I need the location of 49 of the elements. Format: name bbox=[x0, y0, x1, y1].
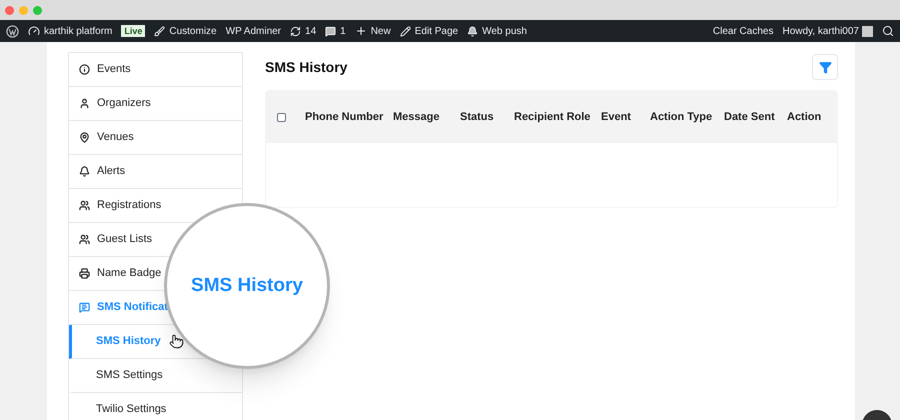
filter-icon bbox=[818, 60, 832, 74]
menu-icon bbox=[79, 200, 90, 211]
menu-icon bbox=[79, 98, 90, 109]
account-link[interactable]: Howdy, karthi007 bbox=[782, 24, 859, 38]
filter-button[interactable] bbox=[812, 54, 838, 80]
submenu-label: Twilio Settings bbox=[96, 402, 166, 418]
search-icon[interactable] bbox=[882, 25, 894, 37]
pencil-icon bbox=[400, 26, 411, 36]
site-link[interactable]: karthik platform bbox=[44, 24, 112, 38]
brush-icon bbox=[154, 26, 166, 36]
new-link[interactable]: New bbox=[370, 24, 391, 38]
menu-icon bbox=[79, 64, 90, 75]
column-header: Status bbox=[460, 110, 495, 125]
comments-icon bbox=[325, 26, 336, 36]
column-header: Date Sent bbox=[724, 110, 776, 125]
sidebar-item[interactable]: Alerts bbox=[69, 155, 242, 189]
menu-icon bbox=[79, 268, 90, 279]
updates-icon bbox=[290, 26, 302, 36]
page-title: SMS History bbox=[265, 58, 348, 77]
column-header: Phone Number bbox=[305, 110, 384, 125]
submenu-label: SMS Settings bbox=[96, 368, 163, 384]
comments-count[interactable]: 1 bbox=[340, 24, 346, 38]
live-badge: Live bbox=[121, 25, 146, 37]
column-header: Event bbox=[601, 110, 632, 125]
column-header: Action Type bbox=[650, 110, 714, 125]
updates-count[interactable]: 14 bbox=[305, 24, 316, 38]
avatar-icon bbox=[862, 26, 873, 36]
web-push-link[interactable]: Web push bbox=[482, 24, 527, 38]
edit-page-link[interactable]: Edit Page bbox=[414, 24, 458, 38]
plus-icon bbox=[354, 25, 367, 37]
sidebar-item[interactable]: Venues bbox=[69, 121, 242, 155]
customize-link[interactable]: Customize bbox=[169, 24, 217, 38]
menu-icon bbox=[79, 234, 90, 245]
sidebar-item[interactable]: Events bbox=[69, 53, 242, 87]
adminer-link[interactable]: WP Adminer bbox=[226, 24, 282, 38]
wordpress-logo-icon[interactable] bbox=[6, 24, 19, 38]
menu-icon bbox=[79, 166, 90, 177]
bell-icon bbox=[467, 26, 478, 36]
sidebar-item[interactable]: Organizers bbox=[69, 87, 242, 121]
menu-icon bbox=[79, 132, 90, 143]
submenu-item[interactable]: Twilio Settings bbox=[69, 393, 242, 420]
select-all-checkbox[interactable] bbox=[277, 112, 286, 122]
column-header: Message bbox=[393, 110, 440, 125]
clear-caches-link[interactable]: Clear Caches bbox=[712, 24, 774, 38]
menu-icon bbox=[79, 302, 90, 313]
column-header: Recipient Role bbox=[514, 110, 592, 125]
column-header: Action bbox=[787, 110, 822, 125]
dashboard-icon bbox=[28, 25, 40, 37]
submenu-label: SMS History bbox=[96, 334, 161, 350]
